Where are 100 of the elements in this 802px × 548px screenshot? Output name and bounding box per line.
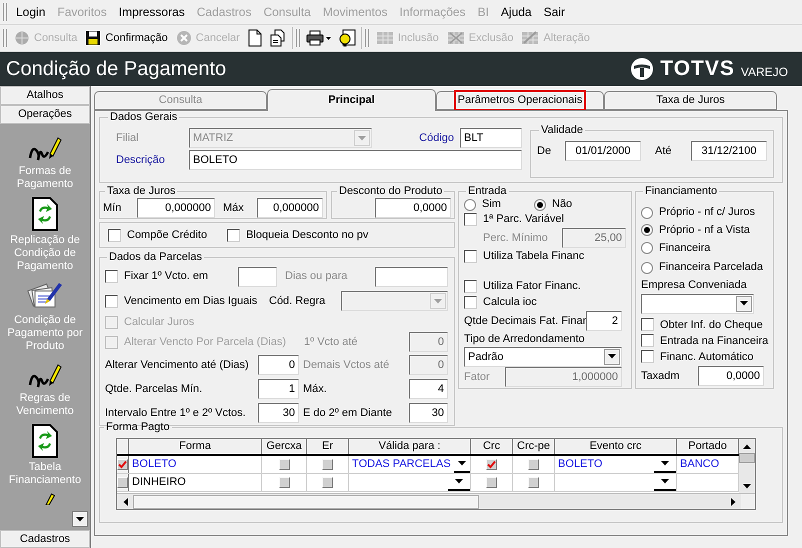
field-label: Alterar Vencimento até (Dias): [105, 358, 250, 373]
panel-header[interactable]: Operações: [0, 105, 90, 124]
radio-button[interactable]: [464, 198, 476, 210]
field-label: Taxadm: [641, 369, 681, 384]
radio-label[interactable]: Financeira Parcelada: [659, 259, 763, 276]
input-field[interactable]: 30: [258, 403, 299, 423]
input-field[interactable]: 0,0000: [375, 198, 451, 218]
field-label: Código: [418, 130, 455, 146]
field-label: Filial: [115, 130, 140, 146]
input-field[interactable]: 0,000000: [257, 198, 323, 218]
checkbox[interactable]: 1ª Parc. Variável: [464, 211, 626, 228]
dropdown[interactable]: Padrão: [464, 346, 622, 367]
checkbox[interactable]: Compõe Crédito: [108, 226, 208, 244]
checkbox[interactable]: Fixar 1º Vcto. em: [105, 268, 238, 285]
radio-label[interactable]: Próprio - nf c/ Juros: [659, 204, 755, 221]
dropdown-cell[interactable]: [555, 474, 678, 491]
horizontal-scrollbar[interactable]: [117, 494, 741, 509]
field-label: Fator: [464, 370, 491, 386]
new-document-icon[interactable]: [246, 29, 263, 47]
input-field[interactable]: BOLETO: [189, 150, 522, 170]
field-label: Intervalo Entre 1º e 2º Vctos.: [105, 406, 247, 421]
field-label: 1º Vcto até: [304, 334, 359, 350]
radio-button[interactable]: [534, 198, 546, 210]
input-field[interactable]: 4: [409, 379, 448, 399]
dropdown-cell[interactable]: TODAS PARCELAS: [349, 456, 472, 473]
caret-icon: [434, 298, 442, 304]
menu-item[interactable]: Ajuda: [494, 3, 538, 21]
input-field[interactable]: 30: [409, 403, 448, 423]
table-edit-icon: [521, 30, 540, 46]
group-title: Dados Gerais: [109, 111, 178, 124]
field-label: Dias ou para: [284, 269, 348, 284]
input-field[interactable]: 1: [258, 379, 299, 399]
copy-document-icon[interactable]: [268, 29, 287, 47]
group-title: Validade: [540, 124, 584, 137]
pencil-icon: [45, 493, 55, 505]
input-field[interactable]: [238, 266, 277, 286]
caret-icon: [661, 461, 670, 466]
input-field[interactable]: 0,000000: [137, 198, 215, 218]
arrow-left-icon: [122, 498, 128, 506]
group-title: Taxa de Juros: [106, 185, 176, 198]
vertical-scrollbar[interactable]: [739, 439, 755, 493]
checkbox[interactable]: Utiliza Tabela Financ: [464, 248, 626, 266]
input-field[interactable]: BLT: [460, 128, 522, 148]
dropdown-cell[interactable]: [349, 474, 472, 491]
checkbox[interactable]: Vencimento em Dias Iguais: [105, 292, 269, 310]
caret-icon: [661, 479, 670, 484]
caret-icon: [455, 479, 464, 484]
menu-item[interactable]: Impressoras: [112, 3, 191, 21]
printer-icon[interactable]: [306, 30, 332, 46]
field-label: Até: [655, 144, 673, 159]
group-title: Desconto do Produto: [338, 185, 444, 198]
tab[interactable]: Taxa de Juros: [604, 91, 777, 110]
checkbox[interactable]: Obter Inf. do Cheque: [641, 316, 768, 333]
checkbox[interactable]: Utiliza Fator Financ.: [464, 278, 626, 294]
menu-item[interactable]: Login: [10, 3, 52, 21]
checkbox[interactable]: Entrada na Financeira: [641, 332, 768, 349]
input-field[interactable]: 31/12/2100: [691, 141, 767, 161]
toolbar-button[interactable]: Confirmação: [81, 27, 172, 49]
radio-button[interactable]: [641, 242, 653, 254]
field-label: Mín: [103, 200, 122, 216]
field-label: E do 2º em Diante: [302, 406, 394, 421]
input-field[interactable]: [375, 266, 448, 286]
dropdown-cell[interactable]: BOLETO: [555, 456, 678, 473]
caret-icon: [608, 354, 616, 360]
window-title: Condição de Pagamento: [6, 57, 226, 82]
globe-icon: [14, 30, 30, 46]
table-cell: BOLETO: [129, 456, 262, 473]
field-label: Máx: [223, 200, 245, 216]
radio-label[interactable]: Financeira: [659, 240, 710, 257]
document-refresh-icon: [31, 424, 59, 458]
checkbox[interactable]: Bloqueia Desconto no pv: [227, 226, 368, 244]
menu-item[interactable]: Sair: [538, 3, 571, 21]
checkbox[interactable]: [486, 459, 498, 470]
scroll-down-button[interactable]: [72, 511, 88, 527]
group-title: Dados da Parcelas: [108, 251, 203, 264]
row-selector[interactable]: [117, 474, 130, 491]
panel-header[interactable]: Atalhos: [0, 86, 90, 105]
radio-button[interactable]: [641, 206, 653, 219]
input-field[interactable]: 0,0000: [698, 366, 764, 386]
radio-label[interactable]: Próprio - nf a Vista: [659, 222, 750, 238]
radio-label[interactable]: Sim: [482, 196, 501, 213]
table-delete-icon: [446, 30, 465, 46]
dropdown[interactable]: [341, 291, 448, 311]
caret-icon: [458, 461, 466, 466]
checkbox[interactable]: Financ. Automático: [641, 348, 768, 365]
input-field[interactable]: 01/01/2000: [565, 141, 641, 161]
field-label: Tipo de Arredondamento: [464, 332, 586, 347]
tab[interactable]: Parâmetros Operacionais: [436, 91, 604, 110]
checkbox[interactable]: Calcula ioc: [464, 294, 626, 311]
input-field[interactable]: 2: [586, 310, 622, 331]
field-label: Máx.: [302, 382, 328, 397]
row-selector[interactable]: [117, 456, 130, 473]
panel-header[interactable]: Cadastros: [0, 530, 90, 548]
radio-button[interactable]: [641, 262, 653, 274]
radio-label[interactable]: Não: [552, 196, 572, 213]
input-field[interactable]: 0: [258, 355, 299, 375]
dropdown[interactable]: [641, 294, 754, 314]
radio-button[interactable]: [641, 224, 653, 236]
caret-icon: [740, 301, 748, 306]
tab[interactable]: Principal: [267, 89, 436, 111]
